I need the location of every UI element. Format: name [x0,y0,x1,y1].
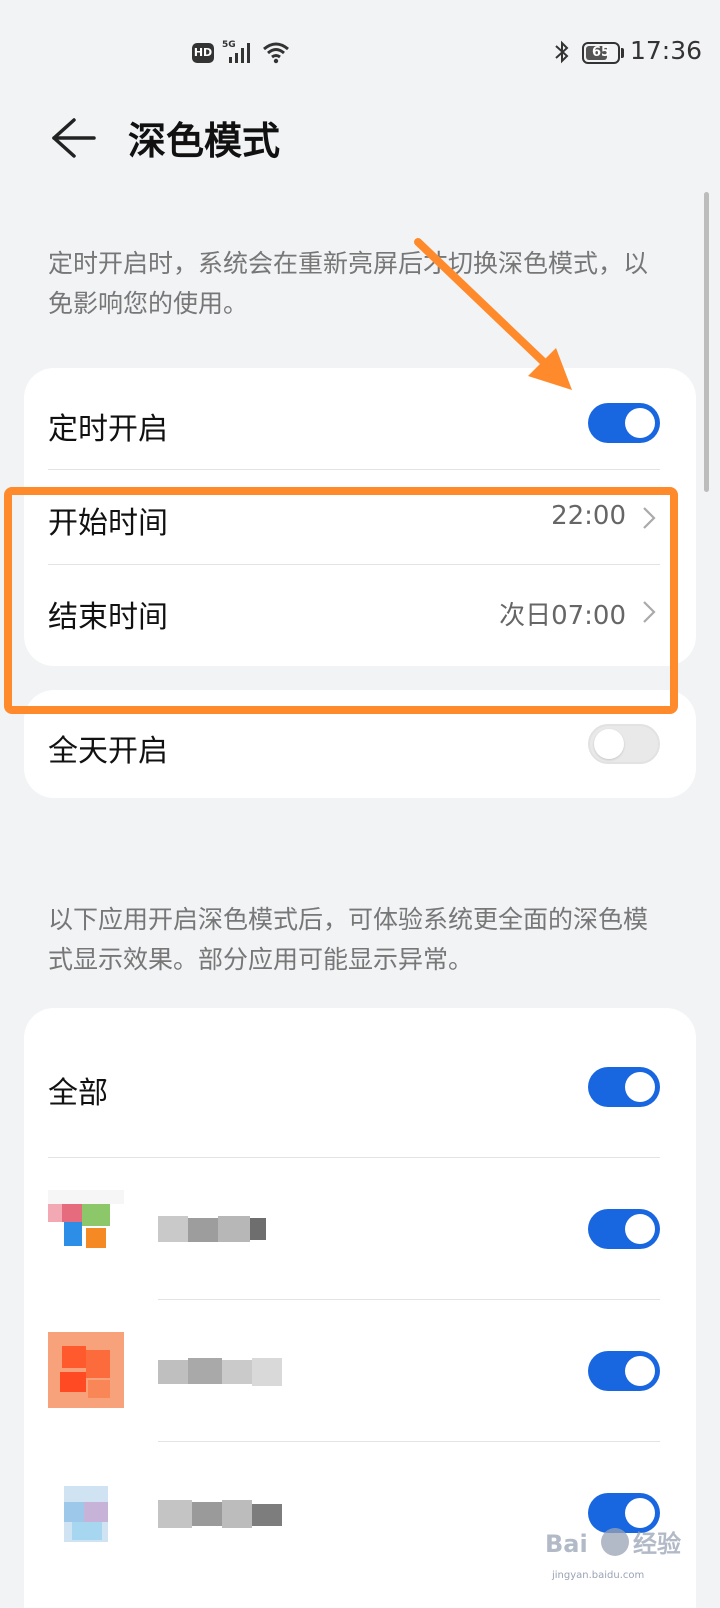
annotation-highlight-box [4,487,678,714]
bluetooth-icon [555,40,569,64]
app-toggle[interactable] [588,1209,660,1249]
scrollbar[interactable] [704,192,709,492]
all-apps-label: 全部 [48,1076,108,1111]
toggle-knob [625,1072,655,1102]
app-name-blurred [158,1216,266,1242]
app-name-blurred [158,1500,282,1528]
scheduled-toggle-label: 定时开启 [48,412,168,447]
app-name-blurred [158,1358,282,1386]
divider [158,1299,660,1300]
svg-text:Bai: Bai [545,1530,588,1558]
app-icon [64,1486,108,1542]
app-icon [48,1190,124,1248]
svg-text:经验: 经验 [633,1530,681,1558]
all-day-label: 全天开启 [48,734,168,769]
signal-icon [229,43,250,63]
all-apps-toggle[interactable] [588,1067,660,1107]
watermark-url: jingyan.baidu.com [552,1570,645,1581]
wifi-icon [263,42,289,64]
toggle-knob [625,1214,655,1244]
apps-note: 以下应用开启深色模式后，可体验系统更全面的深色模式显示效果。部分应用可能显示异常… [48,905,649,974]
status-time: 17:36 [630,36,703,65]
back-arrow-icon[interactable] [50,116,98,160]
app-toggle[interactable] [588,1351,660,1391]
app-icon [48,1332,124,1408]
hd-icon: HD [192,43,214,63]
toggle-knob [625,408,655,438]
toggle-knob [594,729,624,759]
all-day-toggle[interactable] [588,724,660,764]
divider [158,1441,660,1442]
annotation-arrow-icon [414,238,572,390]
battery-tip [621,48,624,58]
scheduled-toggle[interactable] [588,403,660,443]
battery-level: 65 [591,45,611,60]
baidu-watermark-logo: Bai 经验 [545,1528,681,1558]
divider [48,1157,660,1158]
battery-icon: 65 [582,42,620,64]
toggle-knob [625,1356,655,1386]
page-title: 深色模式 [128,119,281,163]
status-bar: HD 5G 65 17:36 [0,0,720,100]
